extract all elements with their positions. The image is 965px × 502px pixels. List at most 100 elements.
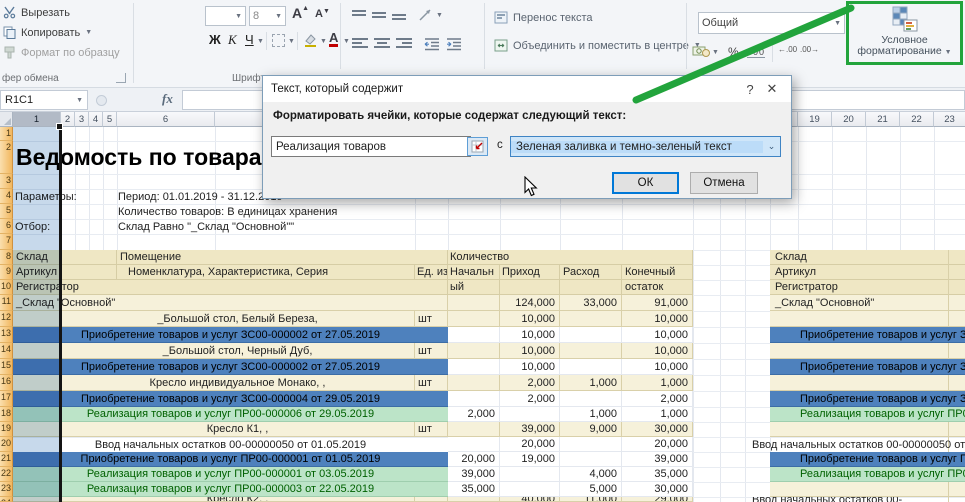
- merge-center-button[interactable]: Объединить и поместить в центре ▼: [494, 39, 701, 52]
- row-header-14[interactable]: 14: [0, 343, 13, 359]
- font-color-dropdown-arrow[interactable]: ▼: [343, 38, 350, 45]
- register-row[interactable]: Реализация товаров и услуг ПР00-000001 о…: [13, 467, 448, 482]
- value-cell-rash[interactable]: 1,000: [560, 375, 622, 391]
- right-cell[interactable]: [770, 375, 965, 391]
- range-picker-button[interactable]: [467, 137, 488, 156]
- header-kolichestvo[interactable]: Количество: [448, 250, 693, 265]
- header-nomenklatura[interactable]: Номенклатура, Характеристика, Серия: [117, 265, 415, 280]
- right-register-cell[interactable]: Ввод начальных остатков 00-00000050 от 0…: [752, 437, 965, 452]
- value-cell-kon[interactable]: 10,000: [622, 327, 693, 343]
- header-nachalny-2[interactable]: ый: [448, 280, 500, 295]
- right-cell[interactable]: [770, 311, 965, 327]
- column-header-21[interactable]: 21: [866, 112, 900, 127]
- row-header-17[interactable]: 17: [0, 391, 13, 407]
- value-cell-prih[interactable]: 2,000: [500, 375, 560, 391]
- value-cell-prih[interactable]: 20,000: [500, 437, 560, 452]
- row-header-20[interactable]: 20: [0, 437, 13, 452]
- header-konechny[interactable]: Конечный: [622, 265, 693, 280]
- value-cell-nach[interactable]: [448, 311, 500, 327]
- header-nachalny[interactable]: Начальн: [448, 265, 500, 280]
- header-prihod[interactable]: Приход: [500, 265, 560, 280]
- header-empty[interactable]: [560, 280, 622, 295]
- header-sklad-right[interactable]: Склад: [770, 250, 965, 265]
- value-cell-nach[interactable]: [448, 375, 500, 391]
- value-cell-prih[interactable]: 10,000: [500, 327, 560, 343]
- wrap-text-button[interactable]: Перенос текста: [494, 11, 593, 24]
- register-row[interactable]: Реализация товаров и услуг ПР00-000003 о…: [13, 482, 448, 497]
- insert-function-button[interactable]: fx: [162, 91, 173, 107]
- help-button[interactable]: ?: [739, 79, 761, 99]
- row-header-1[interactable]: 1: [0, 127, 13, 141]
- table-row-item[interactable]: _Большой стол, Черный Дуб,: [13, 343, 415, 359]
- right-register-cell[interactable]: Ввод начальных остатков 00-: [752, 497, 965, 502]
- value-cell-nach[interactable]: 39,000: [448, 467, 500, 482]
- borders-button[interactable]: [272, 34, 285, 47]
- align-bottom-button[interactable]: [392, 14, 406, 22]
- value-cell-prih[interactable]: 40,000: [500, 497, 560, 502]
- formula-bar-handle[interactable]: [96, 95, 107, 106]
- row-header-23[interactable]: 23: [0, 482, 13, 497]
- right-register-cell[interactable]: Приобретение товаров и услуг ЗС00-000002…: [770, 327, 965, 343]
- column-header-4[interactable]: 4: [89, 112, 103, 127]
- column-header-3[interactable]: 3: [75, 112, 89, 127]
- clipboard-dialog-launcher[interactable]: [116, 73, 126, 83]
- row-header-7[interactable]: 7: [0, 234, 13, 250]
- value-cell-kon[interactable]: 1,000: [622, 407, 693, 422]
- select-dropdown-arrow[interactable]: ⌄: [763, 141, 780, 152]
- ok-button[interactable]: ОК: [612, 172, 679, 194]
- row-header-11[interactable]: 11: [0, 295, 13, 311]
- unit-cell[interactable]: шт: [415, 311, 448, 327]
- value-cell-prih[interactable]: 39,000: [500, 422, 560, 437]
- row-header-8[interactable]: 8: [0, 250, 13, 265]
- row-header-5[interactable]: 5: [0, 204, 13, 219]
- unit-cell[interactable]: шт: [415, 422, 448, 437]
- borders-dropdown-arrow[interactable]: ▼: [288, 38, 295, 45]
- font-name-combo[interactable]: ▼: [205, 6, 246, 26]
- column-header-2[interactable]: 2: [61, 112, 75, 127]
- bold-button[interactable]: Ж: [209, 32, 221, 47]
- value-cell-rash[interactable]: 5,000: [560, 482, 622, 497]
- value-cell-rash[interactable]: 4,000: [560, 467, 622, 482]
- row-header-10[interactable]: 10: [0, 280, 13, 295]
- row-header-19[interactable]: 19: [0, 422, 13, 437]
- column-header-19[interactable]: 19: [798, 112, 832, 127]
- value-cell-kon[interactable]: 20,000: [622, 437, 693, 452]
- close-button[interactable]: ✕: [761, 79, 783, 99]
- value-cell-prih[interactable]: [500, 482, 560, 497]
- value-cell-rash[interactable]: [560, 391, 622, 407]
- row-header-12[interactable]: 12: [0, 311, 13, 327]
- header-empty[interactable]: [500, 280, 560, 295]
- column-header-23[interactable]: 23: [934, 112, 965, 127]
- row-header-15[interactable]: 15: [0, 359, 13, 375]
- grow-font-button[interactable]: А▲: [292, 5, 309, 21]
- value-cell-nach[interactable]: [448, 391, 500, 407]
- value-cell-kon[interactable]: 91,000: [622, 295, 693, 311]
- value-cell-nach[interactable]: [448, 295, 500, 311]
- table-row-item[interactable]: Кресло К1, ,: [13, 422, 415, 437]
- value-cell-kon[interactable]: 39,000: [622, 452, 693, 467]
- accounting-format-button[interactable]: [692, 44, 710, 61]
- decrease-decimal-button[interactable]: .00→: [800, 45, 819, 54]
- orientation-button[interactable]: [418, 8, 434, 25]
- increase-indent-button[interactable]: [446, 38, 462, 54]
- value-cell-prih[interactable]: 19,000: [500, 452, 560, 467]
- fill-handle[interactable]: [56, 123, 63, 130]
- value-cell-kon[interactable]: 29,000: [622, 497, 693, 502]
- shrink-font-button[interactable]: А▼: [315, 8, 330, 20]
- unit-cell[interactable]: шт: [415, 375, 448, 391]
- table-row-item[interactable]: Кресло индивидуальное Монако, ,: [13, 375, 415, 391]
- right-register-cell[interactable]: Приобретение товаров и услуг ПР00-000001…: [770, 452, 965, 467]
- value-cell-nach[interactable]: [448, 497, 500, 502]
- table-row-item[interactable]: Кресло К2, ,: [13, 497, 415, 502]
- fill-color-button[interactable]: [303, 33, 318, 50]
- right-cell[interactable]: [770, 422, 965, 437]
- right-register-cell[interactable]: Приобретение товаров и услуг ЗС00-000002…: [770, 359, 965, 375]
- format-style-select[interactable]: Зеленая заливка и темно-зеленый текст ⌄: [510, 136, 781, 157]
- header-ostatok[interactable]: остаток: [622, 280, 693, 295]
- value-cell-nach[interactable]: [448, 422, 500, 437]
- unit-cell[interactable]: шт: [415, 343, 448, 359]
- value-cell-rash[interactable]: [560, 452, 622, 467]
- increase-decimal-button[interactable]: ←.00: [778, 45, 797, 54]
- column-header-6[interactable]: 6: [117, 112, 215, 127]
- row-header-21[interactable]: 21: [0, 452, 13, 467]
